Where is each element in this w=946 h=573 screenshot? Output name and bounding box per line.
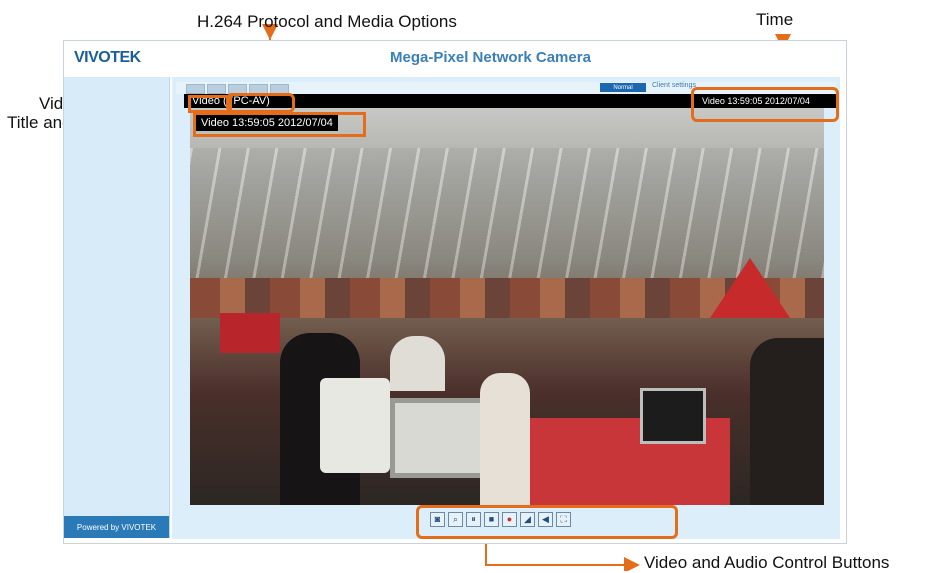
person-right (750, 338, 824, 505)
powered-by-badge: Powered by VIVOTEK (64, 516, 169, 538)
h264-callout-label: H.264 Protocol and Media Options (197, 12, 457, 31)
sidebar (64, 77, 170, 538)
vivotek-logo: VIVOTEK (74, 49, 141, 66)
person-center (390, 336, 445, 391)
normal-mode-button[interactable]: Normal (600, 83, 646, 92)
controls-highlight (416, 505, 678, 539)
stream-tab-2[interactable] (207, 84, 226, 94)
person-child (480, 373, 530, 505)
monitor-left (390, 398, 490, 478)
time-highlight (691, 87, 839, 122)
kiosk-machine (320, 378, 390, 473)
red-display-sign (220, 313, 280, 353)
live-video-view[interactable] (190, 108, 824, 505)
title-time-highlight (193, 112, 366, 137)
client-settings-link[interactable]: Client settings (652, 82, 696, 89)
controls-callout-label: Video and Audio Control Buttons (644, 553, 890, 572)
protocol-highlight (226, 93, 295, 113)
page-title: Mega-Pixel Network Camera (390, 49, 591, 66)
stream-tab-1[interactable] (186, 84, 205, 94)
monitor-right (640, 388, 706, 444)
time-callout-label: Time (756, 10, 794, 29)
ceiling-structure (190, 148, 824, 278)
